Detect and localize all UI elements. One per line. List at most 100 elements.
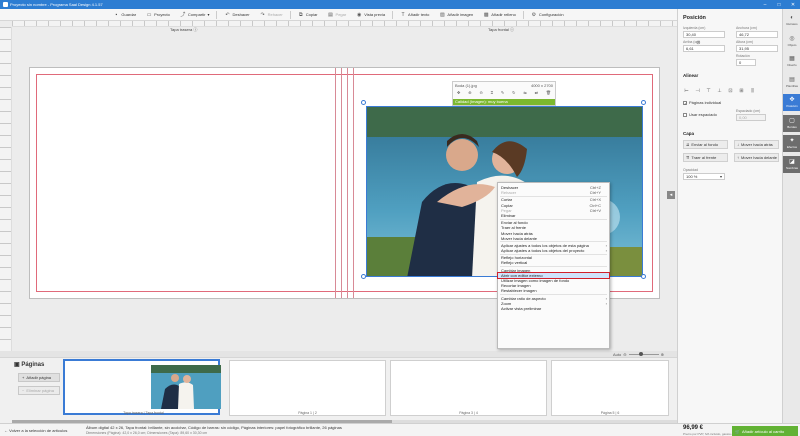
- delete-page-button[interactable]: − Eliminar página: [18, 386, 60, 395]
- zoom-mode[interactable]: Auto: [613, 352, 621, 357]
- resize-handle[interactable]: [641, 100, 646, 105]
- trash-icon: −: [22, 388, 25, 393]
- thumbnail-label: Tapa trasera | Tapa frontal: [123, 411, 164, 415]
- pages-title: ▣ Páginas: [14, 362, 45, 368]
- align-bottom-icon[interactable]: ⊞: [738, 88, 745, 95]
- info-icon: ⓘ: [510, 27, 515, 32]
- zoom-out-icon[interactable]: ⊖: [479, 90, 482, 95]
- back-cover-label: Tapa trasera ⓘ: [170, 27, 198, 32]
- share-button[interactable]: ⤴ Compartir ▾: [177, 10, 213, 19]
- edit-icon[interactable]: ✎: [501, 90, 504, 95]
- add-to-cart-button[interactable]: 🛒 Añadir artículo al carrito: [732, 426, 798, 436]
- project-button[interactable]: ▭ Proyecto: [143, 10, 173, 19]
- menu-item-label: Restablecer imagen: [501, 288, 537, 294]
- resize-handle[interactable]: [361, 100, 366, 105]
- add-page-button[interactable]: + Añadir página: [18, 373, 60, 382]
- close-icon[interactable]: ✕: [786, 2, 800, 8]
- toolbar-divider: [289, 10, 291, 19]
- rail-item-shadow[interactable]: ◪ Sombras: [783, 155, 800, 173]
- align-left-icon[interactable]: ⊢: [683, 88, 690, 95]
- spacing-field[interactable]: 0,00: [736, 114, 766, 121]
- delete-icon[interactable]: 🗑: [546, 90, 551, 95]
- left-position-field[interactable]: 30,40: [683, 31, 725, 38]
- rail-item-object[interactable]: ◎ Objeto: [783, 33, 800, 50]
- height-field[interactable]: 31,95: [736, 45, 778, 52]
- context-menu-item[interactable]: Mover hacia delante: [498, 236, 609, 241]
- add-text-button[interactable]: T Añadir texto: [397, 10, 432, 19]
- context-menu-item[interactable]: Restablecer imagen: [498, 288, 609, 293]
- page-thumbnail[interactable]: [229, 360, 386, 416]
- individual-pages-checkbox[interactable]: ✓ Páginas individual: [683, 100, 721, 105]
- menu-item-label: Mover hacia delante: [501, 235, 538, 241]
- settings-button[interactable]: ⚙ Configuración: [528, 10, 567, 19]
- portrait-icon: ◐: [790, 15, 794, 21]
- page-thumbnail[interactable]: [390, 360, 547, 416]
- preview-button[interactable]: ◉ Vista previa: [353, 10, 388, 19]
- rail-item-border[interactable]: ▢ Bordes: [783, 114, 800, 132]
- cart-icon: 🛒: [735, 428, 740, 434]
- collapse-panel-button[interactable]: ◂: [667, 191, 675, 199]
- bring-to-front-button[interactable]: ⇈ Traer al frente: [683, 153, 728, 162]
- move-forward-button[interactable]: ↑ Mover hacia delante: [734, 153, 779, 162]
- opacity-select[interactable]: 100 % ▾: [683, 173, 725, 180]
- resize-handle[interactable]: [361, 274, 366, 279]
- add-image-button[interactable]: ▨ Añadir imagen: [436, 10, 476, 19]
- rail-item-move[interactable]: ✥ Posición: [783, 94, 800, 111]
- maximize-icon[interactable]: □: [772, 2, 786, 8]
- chevron-down-icon: ▾: [207, 12, 210, 17]
- move-backward-button[interactable]: ↓ Mover hacia atrás: [734, 140, 779, 149]
- resize-handle[interactable]: [641, 274, 646, 279]
- minimize-icon[interactable]: –: [758, 2, 772, 8]
- right-tool-rail: ◐ Retratos ◎ Objeto ▦ Diseño ▤ Plantillas ✥ Posic…: [782, 9, 800, 423]
- rail-item-layout[interactable]: ▦ Diseño: [783, 53, 800, 70]
- align-top-icon[interactable]: ⊥: [716, 88, 723, 95]
- rotate-icon[interactable]: ↻: [512, 90, 515, 95]
- zoom-slider[interactable]: [628, 351, 659, 356]
- rotation-field[interactable]: 0: [736, 59, 756, 66]
- zoom-out-icon[interactable]: ⊖: [623, 352, 626, 357]
- add-fill-button[interactable]: ▩ Añadir relleno: [480, 10, 519, 19]
- page-thumbnail[interactable]: [551, 360, 669, 416]
- object-icon: ◎: [789, 35, 795, 42]
- rail-item-template[interactable]: ▤ Plantillas: [783, 74, 800, 91]
- aspect-lock-icon[interactable]: ⊘: [696, 40, 700, 46]
- align-center-icon[interactable]: ⊣: [694, 88, 701, 95]
- shadow-icon: ◪: [789, 158, 795, 165]
- width-field[interactable]: 46,72: [736, 31, 778, 38]
- undo-button[interactable]: ↶ Deshacer: [221, 10, 252, 19]
- rail-item-label: Bordes: [787, 124, 797, 129]
- context-menu-item[interactable]: Reflejo vertical: [498, 260, 609, 265]
- crop-icon[interactable]: ⌗: [491, 90, 493, 95]
- move-icon[interactable]: ✥: [457, 90, 460, 95]
- context-menu: Deshacer Ctrl+Z Rehacer Ctrl+Y Cortar Ctrl+X C…: [497, 182, 610, 349]
- properties-title: Posición: [683, 15, 706, 21]
- thumbnail-photo: [151, 365, 221, 409]
- align-middle-icon[interactable]: ⊡: [727, 88, 734, 95]
- menu-item-label: Eliminar: [501, 212, 516, 218]
- context-menu-item[interactable]: Activar vista preliminar: [498, 306, 609, 311]
- back-to-articles-link[interactable]: ← Volver a la selección de artículos: [4, 428, 67, 433]
- align-right-icon[interactable]: ⊤: [705, 88, 712, 95]
- image-quality-badge: Calidad (Imagen): muy buena: [453, 99, 555, 105]
- top-position-field[interactable]: 6,61: [683, 45, 725, 52]
- save-button[interactable]: ▪ Guardar: [110, 10, 139, 19]
- use-spacing-checkbox[interactable]: Usar espaciado: [683, 112, 717, 117]
- context-menu-item[interactable]: Aplicar ajustes a todos los objetos del …: [498, 248, 609, 253]
- copy-button[interactable]: ⧉ Copiar: [295, 10, 321, 19]
- zoom-slider-knob[interactable]: [638, 351, 643, 356]
- context-menu-item[interactable]: Eliminar: [498, 213, 609, 218]
- rail-item-portrait[interactable]: ◐ Retratos: [783, 12, 800, 29]
- zoom-in-icon[interactable]: ⊕: [661, 352, 664, 357]
- fill-icon: ▩: [483, 11, 489, 18]
- zoom-in-icon[interactable]: ⊕: [468, 90, 471, 95]
- context-menu-item[interactable]: Rehacer Ctrl+Y: [498, 190, 609, 195]
- distribute-icon[interactable]: ⫼: [749, 88, 756, 95]
- redo-button[interactable]: ↷ Rehacer: [257, 10, 286, 19]
- send-to-back-button[interactable]: ⇊ Enviar al fondo: [683, 140, 728, 149]
- flip-icon[interactable]: ⇋: [523, 90, 526, 95]
- swap-icon[interactable]: ⇄: [535, 90, 538, 95]
- border-icon: ▢: [789, 117, 795, 124]
- page-thumbnail[interactable]: [63, 359, 221, 415]
- rail-item-effects[interactable]: ✦ Efectos: [783, 135, 800, 152]
- paste-button[interactable]: ▤ Pegar: [325, 10, 350, 19]
